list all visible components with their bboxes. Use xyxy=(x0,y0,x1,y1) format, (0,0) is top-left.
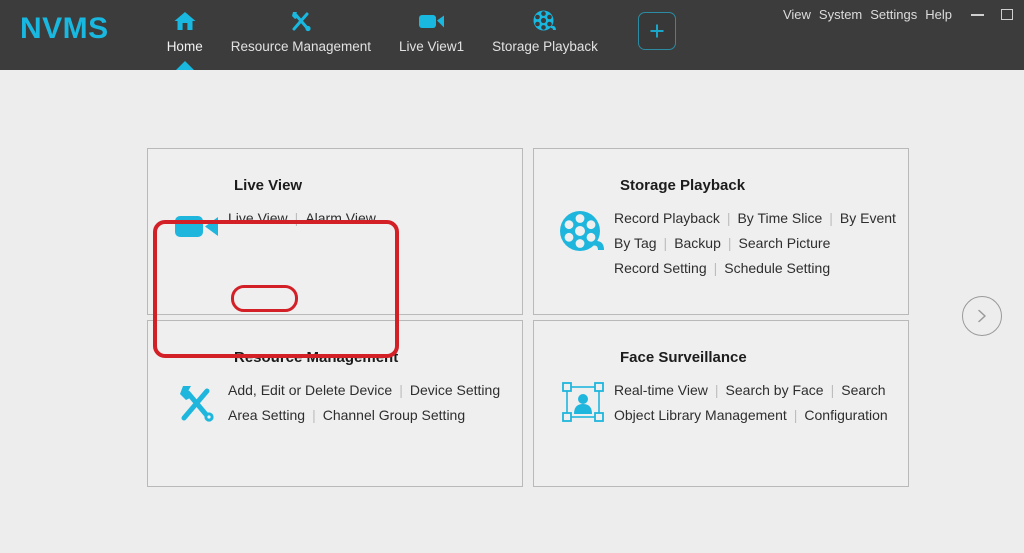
link-separator: | xyxy=(831,378,835,403)
card-storage-playback[interactable]: Storage Playback xyxy=(533,148,909,315)
link-row: Area Setting | Channel Group Setting xyxy=(228,403,500,428)
link-real-time-view[interactable]: Real-time View xyxy=(614,378,708,403)
link-row: Real-time View | Search by Face | Search xyxy=(614,378,888,403)
add-tab-button[interactable] xyxy=(638,12,676,50)
link-separator: | xyxy=(829,206,833,231)
link-separator: | xyxy=(714,256,718,281)
menu-item-settings[interactable]: Settings xyxy=(866,5,921,24)
maximize-icon xyxy=(1001,9,1013,20)
plus-icon xyxy=(648,22,666,40)
card-face-surveillance[interactable]: Face Surveillance xyxy=(533,320,909,487)
menu-item-view[interactable]: View xyxy=(779,5,815,24)
link-by-tag[interactable]: By Tag xyxy=(614,231,657,256)
link-separator: | xyxy=(664,231,668,256)
card-live-view-title: Live View xyxy=(234,177,522,194)
link-area-setting[interactable]: Area Setting xyxy=(228,403,305,428)
link-row: Add, Edit or Delete Device | Device Sett… xyxy=(228,378,500,403)
nav-tab-home-label: Home xyxy=(167,39,203,54)
card-face-surveillance-links: Real-time View | Search by Face | Search… xyxy=(614,378,888,428)
app-header: NVMS Home xyxy=(0,0,1024,70)
menu-item-help[interactable]: Help xyxy=(921,5,956,24)
next-page-button[interactable] xyxy=(962,296,1002,336)
nav-tab-live-view1-label: Live View1 xyxy=(399,39,464,54)
film-reel-icon xyxy=(552,206,614,254)
link-add-edit-or-delete-device[interactable]: Add, Edit or Delete Device xyxy=(228,378,392,403)
link-schedule-setting[interactable]: Schedule Setting xyxy=(724,256,830,281)
card-resource-management-links: Add, Edit or Delete Device | Device Sett… xyxy=(228,378,500,428)
nav-tab-storage-playback-label: Storage Playback xyxy=(492,39,598,54)
camera-icon xyxy=(166,206,228,242)
card-live-view[interactable]: Live View Live View | Alarm View xyxy=(147,148,523,315)
minimize-button[interactable] xyxy=(968,6,986,24)
main-content: Live View Live View | Alarm View xyxy=(0,70,1024,549)
link-device-setting[interactable]: Device Setting xyxy=(410,378,500,403)
link-by-event[interactable]: By Event xyxy=(840,206,896,231)
link-live-view[interactable]: Live View xyxy=(228,206,288,231)
link-separator: | xyxy=(727,206,731,231)
card-resource-management[interactable]: Resource Management xyxy=(147,320,523,487)
link-backup[interactable]: Backup xyxy=(674,231,721,256)
card-storage-playback-links: Record Playback | By Time Slice | By Eve… xyxy=(614,206,896,281)
nav-tab-live-view1[interactable]: Live View1 xyxy=(385,0,478,62)
minimize-icon xyxy=(971,14,984,16)
link-row: Object Library Management | Configuratio… xyxy=(614,403,888,428)
card-resource-management-title: Resource Management xyxy=(234,349,522,366)
chevron-right-icon xyxy=(974,308,990,324)
card-face-surveillance-title: Face Surveillance xyxy=(620,349,908,366)
card-storage-playback-title: Storage Playback xyxy=(620,177,908,194)
nav-tab-resource-management-label: Resource Management xyxy=(231,39,371,54)
tools-icon xyxy=(288,8,314,34)
link-separator: | xyxy=(399,378,403,403)
card-live-view-links: Live View | Alarm View xyxy=(228,206,376,231)
link-separator: | xyxy=(715,378,719,403)
link-by-time-slice[interactable]: By Time Slice xyxy=(737,206,822,231)
face-icon xyxy=(552,378,614,424)
link-record-playback[interactable]: Record Playback xyxy=(614,206,720,231)
tools-icon xyxy=(166,378,228,426)
maximize-button[interactable] xyxy=(998,6,1016,24)
film-reel-icon xyxy=(532,8,558,34)
link-separator: | xyxy=(794,403,798,428)
link-search-by-face[interactable]: Search by Face xyxy=(726,378,824,403)
link-row: Record Setting | Schedule Setting xyxy=(614,256,896,281)
home-icon xyxy=(173,8,197,34)
link-configuration[interactable]: Configuration xyxy=(804,403,887,428)
app-logo: NVMS xyxy=(20,12,109,46)
nav-tab-resource-management[interactable]: Resource Management xyxy=(217,0,385,62)
link-search[interactable]: Search xyxy=(841,378,885,403)
link-object-library-management[interactable]: Object Library Management xyxy=(614,403,787,428)
module-cards-grid: Live View Live View | Alarm View xyxy=(147,148,909,487)
active-tab-indicator xyxy=(176,61,194,70)
window-menu-bar: View System Settings Help xyxy=(779,5,1016,24)
link-row: By Tag | Backup | Search Picture xyxy=(614,231,896,256)
link-separator: | xyxy=(295,206,299,231)
link-separator: | xyxy=(312,403,316,428)
nav-tab-home[interactable]: Home xyxy=(153,0,217,62)
link-record-setting[interactable]: Record Setting xyxy=(614,256,707,281)
link-row: Record Playback | By Time Slice | By Eve… xyxy=(614,206,896,231)
link-separator: | xyxy=(728,231,732,256)
menu-item-system[interactable]: System xyxy=(815,5,866,24)
link-row: Live View | Alarm View xyxy=(228,206,376,231)
camera-icon xyxy=(418,8,446,34)
link-channel-group-setting[interactable]: Channel Group Setting xyxy=(323,403,465,428)
link-search-picture[interactable]: Search Picture xyxy=(739,231,831,256)
main-nav-tabs: Home Resource Management xyxy=(153,0,676,70)
nav-tab-storage-playback[interactable]: Storage Playback xyxy=(478,0,612,62)
link-alarm-view[interactable]: Alarm View xyxy=(305,206,376,231)
